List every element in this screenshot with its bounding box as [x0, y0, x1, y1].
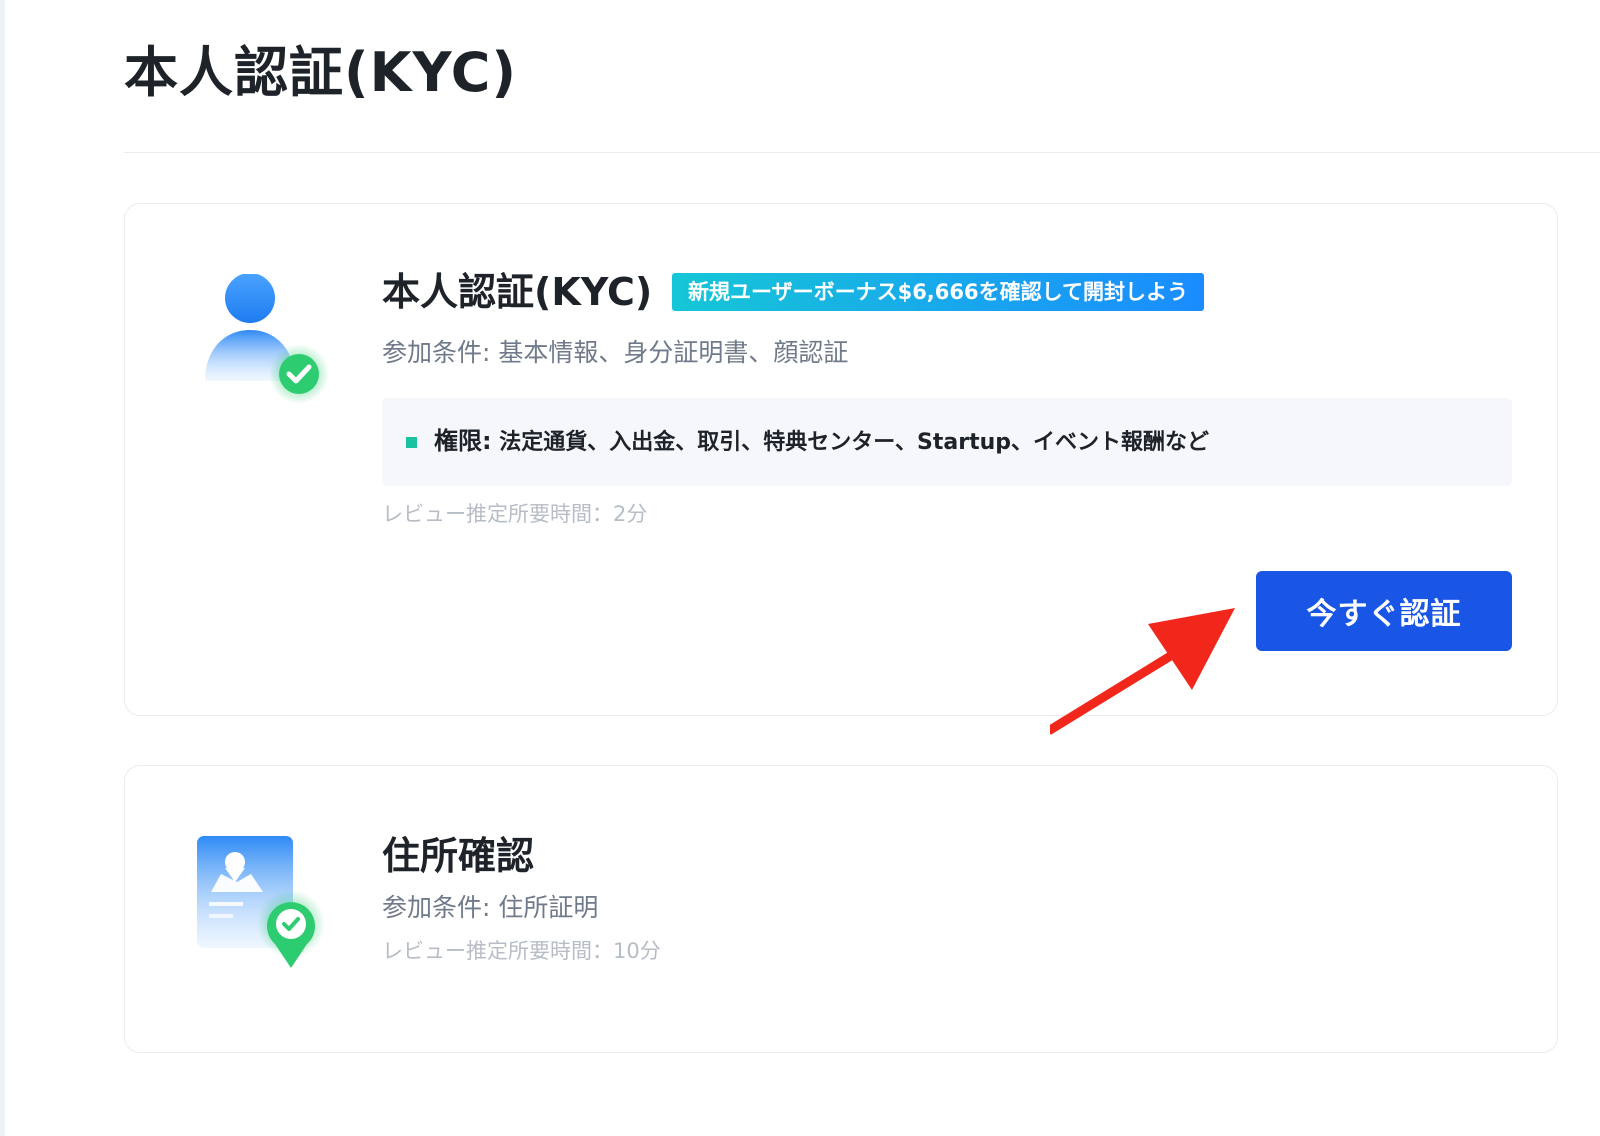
address-requirements: 参加条件: 住所証明: [382, 893, 599, 922]
kyc-card-title: 本人認証(KYC): [382, 270, 653, 314]
kyc-card: 本人認証(KYC) 新規ユーザーボーナス$6,666を確認して開封しよう 参加条…: [124, 203, 1558, 716]
permissions-value: 法定通貨、入出金、取引、特典センター、Startup、イベント報酬など: [491, 430, 1210, 455]
address-review-time: レビュー推定所要時間：10分: [382, 939, 661, 963]
address-card-title: 住所確認: [382, 834, 535, 878]
verify-now-button[interactable]: 今すぐ認証: [1256, 571, 1512, 651]
page-title: 本人認証(KYC): [124, 41, 518, 104]
kyc-review-time: レビュー推定所要時間：2分: [382, 502, 648, 526]
address-document-verified-icon: [197, 836, 347, 986]
permissions-text: 権限: 法定通貨、入出金、取引、特典センター、Startup、イベント報酬など: [434, 423, 1209, 461]
permissions-box: 権限: 法定通貨、入出金、取引、特典センター、Startup、イベント報酬など: [382, 398, 1512, 486]
user-verified-icon: [205, 273, 345, 414]
address-card: 住所確認 参加条件: 住所証明 レビュー推定所要時間：10分: [124, 765, 1558, 1053]
kyc-requirements: 参加条件: 基本情報、身分証明書、顔認証: [382, 338, 849, 367]
left-sidebar-edge: [0, 0, 5, 1136]
bullet-square-icon: [406, 437, 417, 448]
permissions-label: 権限:: [434, 427, 492, 455]
title-divider: [124, 152, 1600, 153]
bonus-badge: 新規ユーザーボーナス$6,666を確認して開封しよう: [672, 273, 1204, 311]
